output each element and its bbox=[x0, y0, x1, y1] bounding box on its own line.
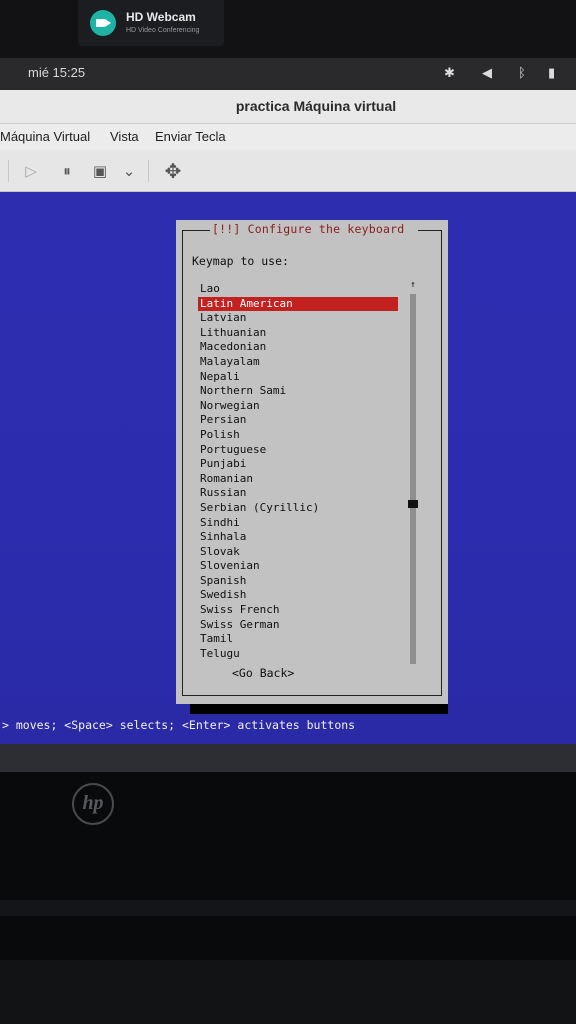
menu-enviar-tecla[interactable]: Enviar Tecla bbox=[155, 129, 226, 144]
scroll-up-indicator: ↑ bbox=[410, 280, 416, 290]
hp-logo: hp bbox=[72, 783, 114, 825]
clock[interactable]: mié 15:25 bbox=[28, 65, 85, 80]
webcam-subtitle: HD Video Conferencing bbox=[126, 27, 200, 34]
dialog-frame-top bbox=[182, 230, 210, 231]
webcam-title: HD Webcam bbox=[126, 10, 196, 24]
keymap-item[interactable]: Swiss French bbox=[198, 603, 398, 618]
keymap-item[interactable]: Polish bbox=[198, 428, 398, 443]
keymap-item[interactable]: Slovenian bbox=[198, 559, 398, 574]
keymap-item[interactable]: Nepali bbox=[198, 370, 398, 385]
laptop-function-keys bbox=[0, 960, 576, 1024]
keymap-item[interactable]: Latvian bbox=[198, 311, 398, 326]
keymap-item[interactable]: Lao bbox=[198, 282, 398, 297]
move-icon[interactable]: ✥ bbox=[158, 158, 188, 184]
webcam-badge: HD Webcam HD Video Conferencing bbox=[78, 0, 224, 46]
keymap-item[interactable]: Persian bbox=[198, 413, 398, 428]
vm-toolbar: ▷ ⏸ ▣ ⌄ ✥ bbox=[0, 150, 576, 192]
monitor-icon[interactable]: ▣ bbox=[88, 158, 112, 184]
keymap-item[interactable]: Northern Sami bbox=[198, 384, 398, 399]
scrollbar[interactable] bbox=[410, 294, 416, 664]
battery-icon[interactable]: ▮ bbox=[548, 67, 555, 81]
keymap-item[interactable]: Sindhi bbox=[198, 516, 398, 531]
bluetooth-icon[interactable]: ᛒ bbox=[518, 67, 526, 81]
keymap-item[interactable]: Portuguese bbox=[198, 443, 398, 458]
keymap-item[interactable]: Sinhala bbox=[198, 530, 398, 545]
keymap-item[interactable]: Lithuanian bbox=[198, 326, 398, 341]
key-hint: > moves; <Space> selects; <Enter> activa… bbox=[2, 718, 356, 732]
dialog-frame-top bbox=[418, 230, 442, 231]
keymap-item[interactable]: Swedish bbox=[198, 588, 398, 603]
keymap-item[interactable]: Tamil bbox=[198, 632, 398, 647]
keymap-item[interactable]: Romanian bbox=[198, 472, 398, 487]
keymap-item-selected[interactable]: Latin American bbox=[198, 296, 398, 312]
keymap-item[interactable]: Macedonian bbox=[198, 340, 398, 355]
scrollbar-thumb[interactable] bbox=[408, 500, 418, 508]
accessibility-icon[interactable]: ✱ bbox=[444, 67, 455, 81]
laptop-hinge bbox=[0, 900, 576, 916]
dialog-title: [!!] Configure the keyboard bbox=[212, 222, 405, 236]
keymap-item[interactable]: Russian bbox=[198, 486, 398, 501]
menu-maquina-virtual[interactable]: Máquina Virtual bbox=[0, 129, 90, 144]
window-titlebar[interactable]: practica Máquina virtual bbox=[0, 90, 576, 124]
keymap-item[interactable]: Spanish bbox=[198, 574, 398, 589]
pause-icon[interactable]: ⏸ bbox=[54, 158, 80, 184]
keymap-item[interactable]: Slovak bbox=[198, 545, 398, 560]
menu-bar: Máquina Virtual Vista Enviar Tecla bbox=[0, 124, 576, 150]
guest-screen[interactable]: [!!] Configure the keyboard Keymap to us… bbox=[0, 192, 576, 744]
volume-icon[interactable]: ◀ bbox=[482, 67, 492, 81]
keymap-item[interactable]: Serbian (Cyrillic) bbox=[198, 501, 398, 516]
play-icon[interactable]: ▷ bbox=[18, 158, 44, 184]
toolbar-separator bbox=[148, 160, 149, 182]
keymap-item[interactable]: Swiss German bbox=[198, 618, 398, 633]
window-title: practica Máquina virtual bbox=[235, 98, 397, 114]
toolbar-separator bbox=[8, 160, 9, 182]
gnome-top-bar: mié 15:25 ✱ ◀ ᛒ ▮ bbox=[0, 58, 576, 90]
menu-vista[interactable]: Vista bbox=[110, 129, 139, 144]
keymap-list[interactable]: Lao Latin American Latvian Lithuanian Macedo… bbox=[198, 282, 398, 661]
keymap-item[interactable]: Punjabi bbox=[198, 457, 398, 472]
go-back-button[interactable]: <Go Back> bbox=[232, 666, 294, 680]
keymap-item[interactable]: Norwegian bbox=[198, 399, 398, 414]
keymap-item[interactable]: Malayalam bbox=[198, 355, 398, 370]
host-bottom-strip bbox=[0, 744, 576, 772]
chevron-down-icon[interactable]: ⌄ bbox=[118, 158, 140, 184]
keymap-prompt: Keymap to use: bbox=[192, 254, 289, 268]
keyboard-dialog: [!!] Configure the keyboard Keymap to us… bbox=[176, 220, 448, 704]
video-camera-icon bbox=[90, 10, 116, 36]
keymap-item[interactable]: Telugu bbox=[198, 647, 398, 662]
